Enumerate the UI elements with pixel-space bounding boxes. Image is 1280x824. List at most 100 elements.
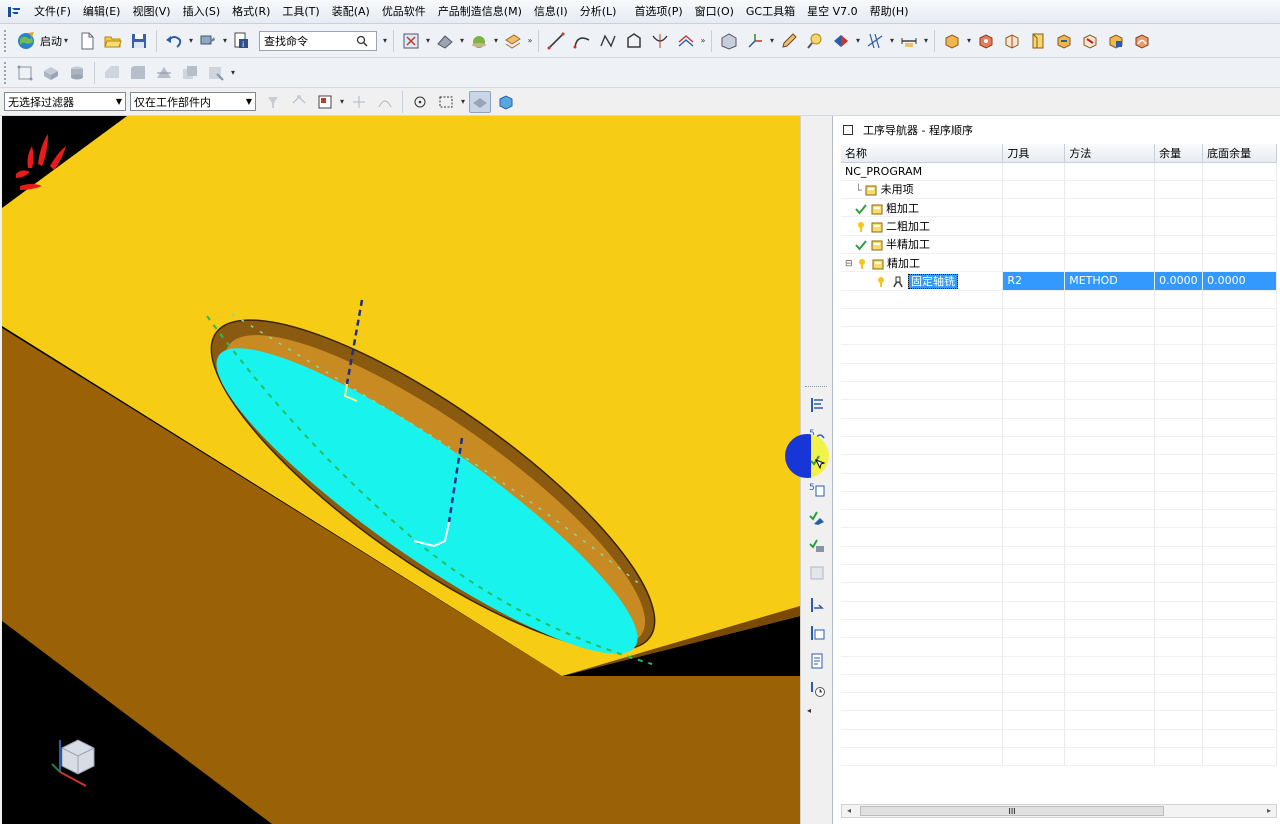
col-header-method[interactable]: 方法	[1064, 144, 1156, 163]
start-button[interactable]: 启动 ▾	[12, 29, 74, 53]
menu-xingkong[interactable]: 星空 V7.0	[801, 2, 864, 22]
chevron-down-icon[interactable]: ▾	[229, 62, 237, 84]
offset-face-icon[interactable]	[179, 62, 201, 84]
search-icon[interactable]	[356, 35, 368, 47]
measure-distance-icon[interactable]	[898, 30, 920, 52]
create-tool-icon[interactable]	[975, 30, 997, 52]
chevron-down-icon[interactable]: ▾	[492, 30, 500, 52]
menu-format[interactable]: 格式(R)	[226, 2, 276, 22]
profile-icon[interactable]	[623, 30, 645, 52]
method-view-icon[interactable]: 5	[806, 478, 828, 500]
point-snap-icon[interactable]	[348, 91, 370, 113]
chevron-down-icon[interactable]: ▾	[459, 91, 467, 113]
table-row[interactable]: 粗加工	[841, 198, 1277, 218]
menu-view[interactable]: 视图(V)	[126, 2, 176, 22]
select-face-icon[interactable]	[495, 91, 517, 113]
command-search-input[interactable]	[264, 34, 356, 47]
table-row[interactable]: NC_PROGRAM	[841, 162, 1277, 181]
shaded-sphere-icon[interactable]	[468, 30, 490, 52]
revolve-icon[interactable]	[66, 62, 88, 84]
table-row[interactable]: └ 未用项	[841, 180, 1277, 200]
toolbar-grip[interactable]	[4, 61, 8, 84]
col-header-stock[interactable]: 余量	[1154, 144, 1204, 163]
grid-icon[interactable]	[864, 30, 886, 52]
pin-icon[interactable]	[843, 125, 853, 135]
table-row-selected[interactable]: 固定轴铣 R2 METHOD 0.0000 0.0000	[841, 271, 1277, 291]
horizontal-scrollbar[interactable]: ◂ III ▸	[841, 804, 1277, 818]
curve-snap-icon[interactable]	[374, 91, 396, 113]
command-finder-icon[interactable]: i	[231, 30, 253, 52]
resource-bar-grip[interactable]	[805, 386, 827, 387]
chevron-down-icon[interactable]: ▾	[62, 30, 70, 52]
menu-edit[interactable]: 编辑(E)	[77, 2, 127, 22]
menu-gc-toolbox[interactable]: GC工具箱	[740, 2, 801, 22]
chevron-down-icon[interactable]: ▾	[965, 30, 973, 52]
save-icon[interactable]	[128, 30, 150, 52]
scroll-right-icon[interactable]: ▸	[1262, 805, 1276, 817]
chevron-down-icon[interactable]: ▾	[854, 30, 862, 52]
copy-display-icon[interactable]	[197, 30, 219, 52]
chevron-down-icon[interactable]: ▾	[424, 30, 432, 52]
layer-icon[interactable]	[502, 30, 524, 52]
operation-navigator-icon[interactable]	[806, 394, 828, 416]
menu-file[interactable]: 文件(F)	[28, 2, 77, 22]
command-search-box[interactable]	[259, 30, 377, 51]
assembly-filter-icon[interactable]	[262, 91, 284, 113]
new-file-icon[interactable]	[76, 30, 98, 52]
select-box-icon[interactable]	[314, 91, 336, 113]
rectangle-select-icon[interactable]	[435, 91, 457, 113]
wand-icon[interactable]	[804, 30, 826, 52]
history-icon[interactable]	[806, 678, 828, 700]
blend-icon[interactable]	[127, 62, 149, 84]
scrollbar-thumb[interactable]: III	[860, 806, 1164, 816]
menu-assembly[interactable]: 装配(A)	[326, 2, 376, 22]
bounded-plane-icon[interactable]	[718, 30, 740, 52]
extrude-icon[interactable]	[40, 62, 62, 84]
point-set-icon[interactable]	[830, 30, 852, 52]
chevron-down-icon[interactable]: ▾	[187, 30, 195, 52]
table-row[interactable]: 半精加工	[841, 235, 1277, 254]
undo-icon[interactable]	[163, 30, 185, 52]
center-point-icon[interactable]	[409, 91, 431, 113]
create-program-icon[interactable]	[941, 30, 963, 52]
chevron-down-icon[interactable]: ▾	[888, 30, 896, 52]
verify-path-icon[interactable]	[806, 506, 828, 528]
scroll-left-icon[interactable]: ◂	[842, 805, 856, 817]
chevron-down-icon[interactable]: ▾	[768, 30, 776, 52]
trim-curve-icon[interactable]	[649, 30, 671, 52]
postprocess-icon[interactable]	[806, 594, 828, 616]
collapse-minus-icon[interactable]: ⊟	[845, 259, 853, 269]
menu-info[interactable]: 信息(I)	[528, 2, 574, 22]
menu-window[interactable]: 窗口(O)	[689, 2, 740, 22]
render-style-icon[interactable]	[434, 30, 456, 52]
chevron-down-icon[interactable]: ▾	[338, 91, 346, 113]
create-operation-icon[interactable]	[1053, 30, 1075, 52]
menu-preferences[interactable]: 首选项(P)	[628, 2, 688, 22]
collapse-arrow-icon[interactable]: ◂	[807, 706, 811, 715]
trim-body-icon[interactable]	[153, 62, 175, 84]
chevron-down-icon[interactable]: »	[526, 30, 534, 52]
graphics-window[interactable]	[2, 116, 800, 824]
open-folder-icon[interactable]	[102, 30, 124, 52]
cavity-mill-icon[interactable]	[1079, 30, 1101, 52]
pencil-icon[interactable]	[778, 30, 800, 52]
col-header-floor-stock[interactable]: 底面余量	[1202, 144, 1277, 163]
datum-csys-icon[interactable]	[744, 30, 766, 52]
chevron-down-icon[interactable]: ▾	[922, 30, 930, 52]
chamfer-icon[interactable]	[101, 62, 123, 84]
menu-youpin[interactable]: 优品软件	[376, 2, 432, 22]
fixed-contour-icon[interactable]	[1131, 30, 1153, 52]
zlevel-mill-icon[interactable]	[1105, 30, 1127, 52]
list-path-icon[interactable]	[806, 562, 828, 584]
toolbar-grip[interactable]	[4, 29, 8, 52]
create-geometry-icon[interactable]	[1001, 30, 1023, 52]
report-icon[interactable]	[806, 650, 828, 672]
scope-filter-dropdown[interactable]: 仅在工作部件内 ▼	[130, 92, 256, 111]
menu-help[interactable]: 帮助(H)	[864, 2, 915, 22]
table-row[interactable]: ⊟ 精加工	[841, 253, 1277, 273]
menu-insert[interactable]: 插入(S)	[177, 2, 227, 22]
chevron-down-icon[interactable]: ▾	[381, 30, 389, 52]
synchronous-icon[interactable]	[205, 62, 227, 84]
create-method-icon[interactable]	[1027, 30, 1049, 52]
menu-tools[interactable]: 工具(T)	[276, 2, 325, 22]
